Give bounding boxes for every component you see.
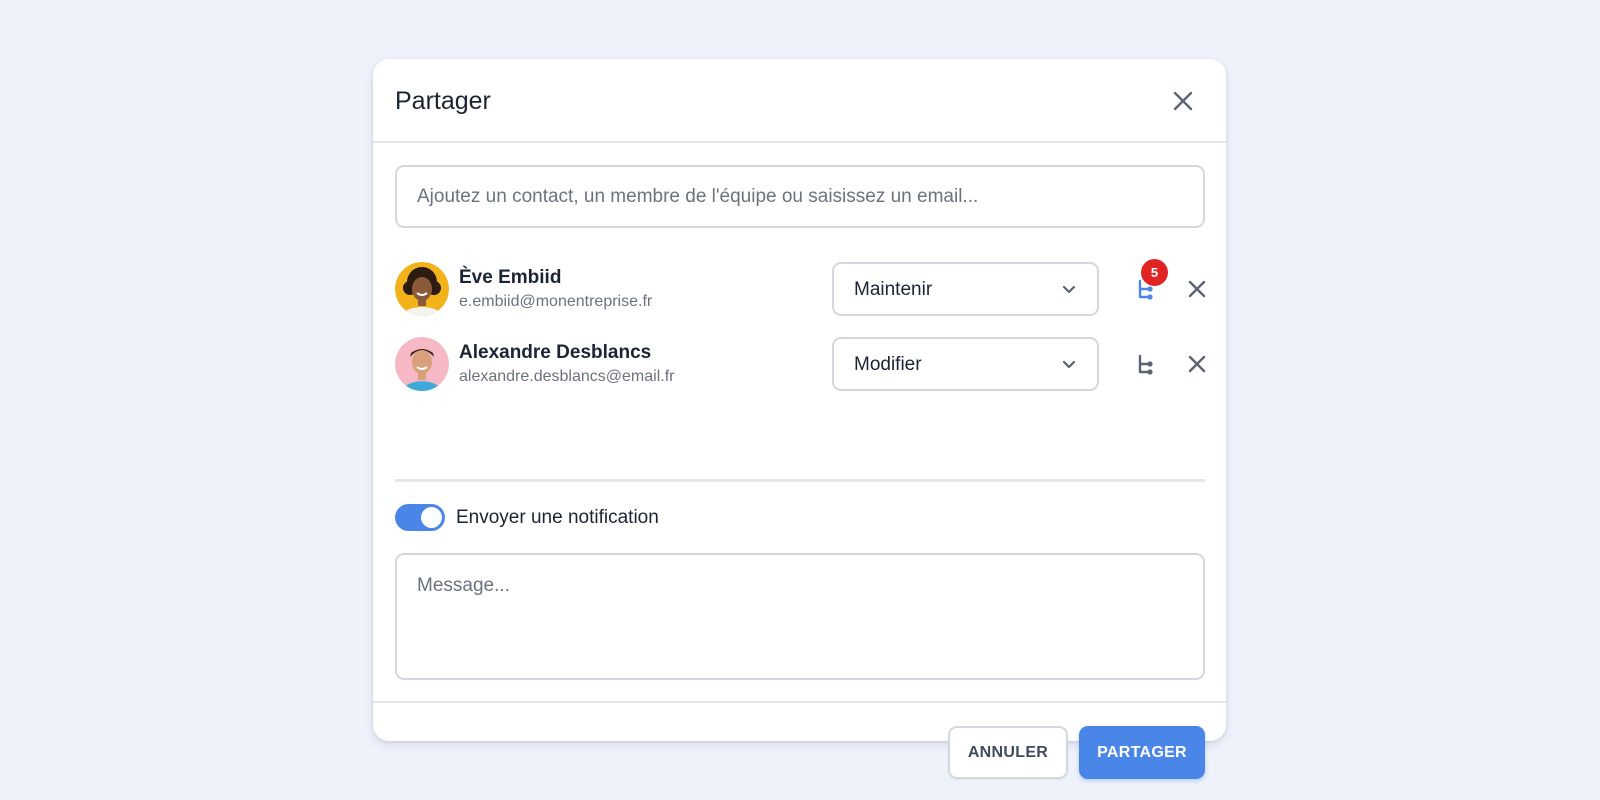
user-email: e.embiid@monentreprise.fr xyxy=(459,293,653,310)
close-icon xyxy=(1173,91,1193,111)
notification-badge: 5 xyxy=(1141,259,1168,286)
remove-user-button[interactable] xyxy=(1181,273,1213,305)
close-icon xyxy=(1188,355,1206,373)
cancel-button[interactable]: ANNULER xyxy=(948,726,1068,779)
footer-divider xyxy=(373,701,1226,703)
contact-search-input[interactable] xyxy=(395,165,1205,228)
role-select-value: Maintenir xyxy=(854,279,933,300)
user-email: alexandre.desblancs@email.fr xyxy=(459,368,675,385)
notification-toggle[interactable] xyxy=(395,504,445,531)
chevron-down-icon xyxy=(1062,285,1076,294)
user-name: Alexandre Desblancs xyxy=(459,342,652,363)
chevron-down-icon xyxy=(1062,360,1076,369)
shared-user-row: Ève Embiid e.embiid@monentreprise.fr Mai… xyxy=(395,259,1206,316)
close-dialog-button[interactable] xyxy=(1167,85,1199,117)
divider xyxy=(395,479,1205,482)
role-select-value: Modifier xyxy=(854,354,922,375)
shared-user-row: Alexandre Desblancs alexandre.desblancs@… xyxy=(395,337,1206,391)
hierarchy-button[interactable] xyxy=(1129,348,1161,380)
dialog-header: Partager xyxy=(373,59,1226,143)
user-name: Ève Embiid xyxy=(459,267,562,288)
hierarchy-icon xyxy=(1138,354,1153,375)
share-dialog: Partager Ève Embiid e.embiid@monentrepri… xyxy=(373,59,1226,779)
avatar xyxy=(395,262,449,316)
role-select[interactable]: Maintenir xyxy=(832,262,1099,316)
toggle-knob xyxy=(421,507,442,528)
share-button[interactable]: PARTAGER xyxy=(1079,726,1205,779)
close-icon xyxy=(1188,280,1206,298)
dialog-title: Partager xyxy=(395,87,491,115)
role-select[interactable]: Modifier xyxy=(832,337,1099,391)
notification-label: Envoyer une notification xyxy=(456,507,659,528)
remove-user-button[interactable] xyxy=(1181,348,1213,380)
message-textarea[interactable] xyxy=(395,553,1205,680)
avatar xyxy=(395,337,449,391)
